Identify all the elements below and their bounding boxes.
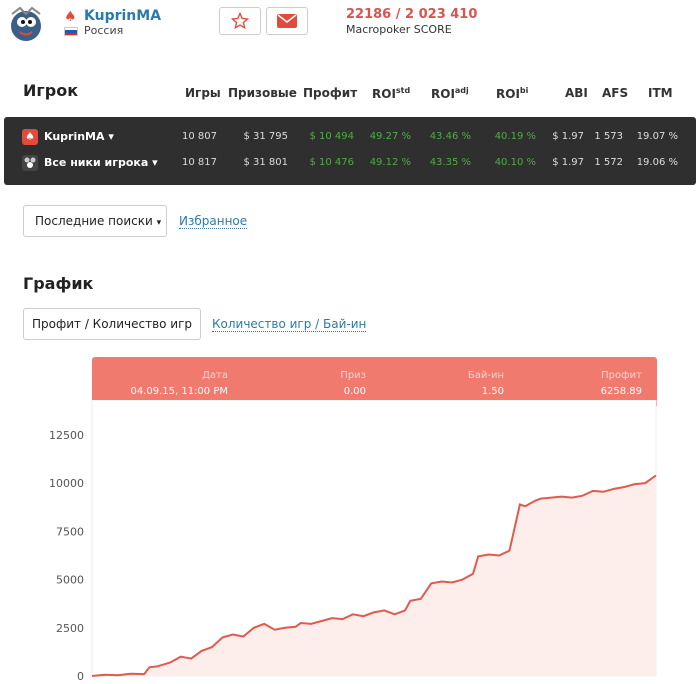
tooltip-prize-value: 0.00 bbox=[343, 386, 366, 397]
cell-itm: 19.07 % bbox=[636, 131, 678, 142]
graph-title: График bbox=[23, 274, 94, 293]
russia-flag-icon bbox=[64, 27, 78, 36]
score-value: 22186 / 2 023 410 bbox=[346, 7, 478, 22]
column-header-afs: AFS bbox=[602, 86, 629, 100]
player-country: Россия bbox=[84, 24, 124, 37]
cell-roi-adj: 43.35 % bbox=[429, 157, 471, 168]
row-nickname[interactable]: KuprinMA ▾ bbox=[44, 126, 114, 148]
cell-games: 10 817 bbox=[182, 157, 217, 168]
tooltip-date-label: Дата bbox=[202, 370, 228, 381]
column-header-roi-bi: ROIbi bbox=[496, 86, 528, 101]
tab-games-buyin[interactable]: Количество игр / Бай-ин bbox=[212, 317, 367, 332]
table-row[interactable]: Все ники игрока ▾ 10 817 $ 31 801 $ 10 4… bbox=[4, 152, 696, 174]
column-header-roi-adj: ROIadj bbox=[431, 86, 469, 101]
roi-std-sup: std bbox=[395, 86, 411, 95]
tooltip-prize-label: Приз bbox=[340, 370, 366, 381]
tooltip-buyin-value: 1.50 bbox=[481, 386, 504, 397]
column-header-profit: Профит bbox=[303, 86, 358, 100]
message-button[interactable] bbox=[266, 7, 308, 35]
column-header-player: Игрок bbox=[23, 81, 79, 100]
y-tick-label: 12500 bbox=[49, 429, 84, 442]
tooltip-profit-label: Профит bbox=[601, 370, 642, 381]
cell-prizes: $ 31 801 bbox=[243, 157, 288, 168]
recent-searches-dropdown[interactable]: Последние поиски ▾ bbox=[23, 205, 167, 237]
y-tick-label: 10000 bbox=[49, 477, 84, 490]
chart-tooltip: Дата 04.09.15, 11:00 PM Приз 0.00 Бай-ин… bbox=[92, 357, 657, 406]
tooltip-profit-value: 6258.89 bbox=[600, 386, 642, 397]
cell-roi-bi: 40.10 % bbox=[494, 157, 536, 168]
cell-prizes: $ 31 795 bbox=[243, 131, 288, 142]
cell-roi-std: 49.27 % bbox=[369, 131, 411, 142]
avatar[interactable] bbox=[6, 4, 46, 44]
roi-adj-label: ROI bbox=[431, 87, 455, 101]
column-header-roi-std: ROIstd bbox=[372, 86, 410, 101]
score-label: Macropoker SCORE bbox=[346, 23, 452, 36]
cell-itm: 19.06 % bbox=[636, 157, 678, 168]
column-header-games: Игры bbox=[185, 86, 221, 100]
cell-profit: $ 10 476 bbox=[309, 157, 354, 168]
cell-abi: $ 1.97 bbox=[552, 131, 584, 142]
column-header-itm: ITM bbox=[648, 86, 673, 100]
tooltip-date-value: 04.09.15, 11:00 PM bbox=[130, 386, 228, 397]
cell-roi-adj: 43.46 % bbox=[429, 131, 471, 142]
roi-bi-sup: bi bbox=[519, 86, 529, 95]
profit-chart[interactable]: 0 2500 5000 7500 10000 12500 bbox=[0, 400, 700, 684]
roi-std-label: ROI bbox=[372, 87, 396, 101]
row-nickname[interactable]: Все ники игрока ▾ bbox=[44, 152, 158, 174]
cell-afs: 1 573 bbox=[594, 131, 623, 142]
pokerstars-icon: ♠ bbox=[22, 129, 38, 145]
caret-down-icon: ▾ bbox=[156, 218, 162, 228]
cell-roi-std: 49.12 % bbox=[369, 157, 411, 168]
cell-profit: $ 10 494 bbox=[309, 131, 354, 142]
cell-games: 10 807 bbox=[182, 131, 217, 142]
cell-roi-bi: 40.19 % bbox=[494, 131, 536, 142]
tooltip-buyin-label: Бай-ин bbox=[467, 370, 504, 381]
roi-bi-label: ROI bbox=[496, 87, 520, 101]
favorites-link[interactable]: Избранное bbox=[179, 214, 248, 229]
column-header-abi: ABI bbox=[565, 86, 588, 100]
y-tick-label: 5000 bbox=[56, 574, 84, 587]
y-tick-label: 7500 bbox=[56, 525, 84, 538]
player-name[interactable]: KuprinMA bbox=[84, 8, 161, 24]
stats-table: ♠ KuprinMA ▾ 10 807 $ 31 795 $ 10 494 49… bbox=[4, 117, 696, 185]
pokerstars-spade-icon: ♠ bbox=[64, 9, 77, 25]
all-nicks-icon bbox=[22, 155, 38, 171]
cell-afs: 1 572 bbox=[594, 157, 623, 168]
cell-abi: $ 1.97 bbox=[552, 157, 584, 168]
recent-searches-label: Последние поиски bbox=[35, 214, 153, 228]
tab-profit-games[interactable]: Профит / Количество игр bbox=[23, 308, 201, 340]
table-row[interactable]: ♠ KuprinMA ▾ 10 807 $ 31 795 $ 10 494 49… bbox=[4, 126, 696, 148]
roi-adj-sup: adj bbox=[454, 86, 469, 95]
y-tick-label: 2500 bbox=[56, 622, 84, 635]
envelope-icon bbox=[277, 14, 297, 28]
y-tick-label: 0 bbox=[77, 670, 84, 683]
star-icon bbox=[231, 12, 249, 30]
column-header-prizes: Призовые bbox=[228, 86, 297, 100]
favorite-button[interactable] bbox=[219, 7, 261, 35]
